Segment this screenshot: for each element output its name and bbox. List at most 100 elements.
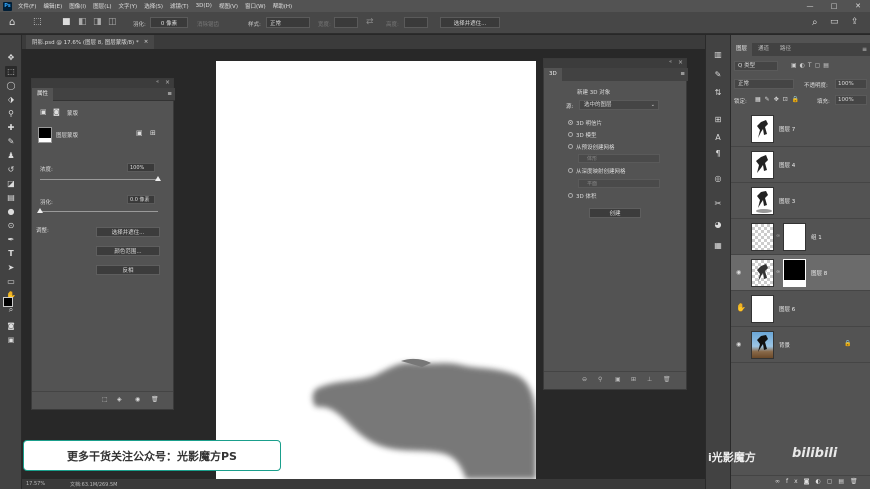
layer-row[interactable]: ◉ 背景 🔒 [731,327,870,363]
tab-layers[interactable]: 图层 [731,43,753,56]
radio-3d-volume[interactable] [568,193,573,198]
invert-button[interactable]: 反相 [96,265,160,275]
layer-row-selected[interactable]: ◉ ∞ 图层 8 [731,255,870,291]
history-brush-icon[interactable]: ↺ [5,164,17,175]
close-tab-icon[interactable]: × [144,39,149,45]
chain-link-icon[interactable]: ∞ [776,233,780,239]
layer-filter-dropdown[interactable]: Q 类型 [734,61,778,71]
menu-select[interactable]: 选择(S) [144,2,163,10]
visibility-icon[interactable]: ◉ [135,396,140,403]
photoshop-app-icon[interactable]: Ps [3,1,12,11]
dodge-tool-icon[interactable]: ⊙ [5,220,17,231]
layer-row[interactable]: ∞ 组 1 [731,219,870,255]
character-panel-icon[interactable]: A [712,132,724,143]
close-panel-icon[interactable]: × [678,59,683,66]
workspace-icon[interactable]: ▭ [830,17,839,27]
chain-link-icon[interactable]: ∞ [776,269,780,275]
feather-input[interactable]: 0.0 像素 [127,195,155,204]
intersect-selection-icon[interactable]: ◫ [108,17,117,27]
paths-panel-icon[interactable]: ✂ [712,198,724,209]
swap-icon[interactable]: ⇄ [366,17,374,27]
color-panel-icon[interactable]: ◕ [712,219,724,230]
panel-menu-icon[interactable]: ≡ [862,43,867,56]
select-and-mask-button[interactable]: 选择并遮住... [440,17,500,28]
vector-mask-icon[interactable]: ◙ [53,108,60,116]
apply-mask-icon[interactable]: ◈ [117,396,122,403]
subtract-selection-icon[interactable]: ◨ [93,17,102,27]
menu-3d[interactable]: 3D(D) [196,3,212,9]
document-tab[interactable]: 阴影.psd @ 17.6% (图层 8, 图层蒙版/8) * × [26,35,155,49]
collapse-icon[interactable]: « [669,59,672,65]
close-window-button[interactable]: ✕ [846,0,870,12]
3d-panel-header[interactable]: « × [544,59,686,68]
filter-icons[interactable]: ▣◐T▢▤ [791,62,832,69]
density-slider-knob[interactable] [155,176,161,181]
tab-3d[interactable]: 3D [544,68,562,81]
eraser-tool-icon[interactable]: ◪ [5,178,17,189]
quick-mask-icon[interactable]: ◙ [5,320,17,331]
home-icon[interactable]: ⌂ [9,17,15,28]
antialias-checkbox[interactable]: 消除锯齿 [197,20,219,28]
type-tool-icon[interactable]: T [5,248,17,259]
load-selection-icon[interactable]: ⬚ [102,396,108,403]
delete-mask-icon[interactable]: 🗑 [151,396,159,403]
layer-row[interactable]: 图层 7 [731,111,870,147]
new-selection-icon[interactable]: ■ [62,17,71,27]
blur-tool-icon[interactable]: ● [5,206,17,217]
paragraph-panel-icon[interactable]: ¶ [712,148,724,159]
feather-slider-knob[interactable] [37,208,43,213]
blend-mode-dropdown[interactable]: 正常 [734,79,794,89]
heal-tool-icon[interactable]: ✚ [5,122,17,133]
add-object-icon[interactable]: ⊥ [647,376,652,383]
layer-action-icons[interactable]: ∞fx◙◐▢▤🗑 [775,478,864,485]
feather-slider[interactable] [40,211,158,212]
document-info[interactable]: 文档:63.1M/269.5M [70,481,117,488]
swatches-panel-icon[interactable]: ▦ [712,240,724,251]
properties-panel-header[interactable]: « × [32,79,173,88]
new-light-icon[interactable]: ⊞ [631,376,636,383]
libraries-panel-icon[interactable]: ⊞ [712,114,724,125]
foreground-color-swatch[interactable] [3,297,13,307]
height-input[interactable] [404,17,428,28]
menu-help[interactable]: 帮助(H) [273,2,292,10]
marquee-tool-icon[interactable]: ⬚ [33,17,42,27]
layer-row[interactable]: ✋ 图层 6 [731,291,870,327]
menu-filter[interactable]: 滤镜(T) [170,2,189,10]
adjustments-panel-icon[interactable]: ⇅ [712,87,724,98]
search-icon[interactable]: ⌕ [812,17,818,28]
eye-icon[interactable]: ✋ [736,303,746,312]
menu-file[interactable]: 文件(F) [18,2,36,10]
layer-row[interactable]: 图层 4 [731,147,870,183]
panel-menu-icon[interactable]: ≡ [167,88,172,101]
stamp-tool-icon[interactable]: ♟ [5,150,17,161]
eyedropper-tool-icon[interactable]: ⚲ [5,108,17,119]
radio-3d-postcard[interactable] [568,120,573,125]
density-slider[interactable] [40,179,158,180]
brush-tool-icon[interactable]: ✎ [5,136,17,147]
radio-mesh-from-depth[interactable] [568,168,573,173]
menu-edit[interactable]: 编辑(E) [43,2,62,10]
opacity-input[interactable]: 100% [835,79,867,89]
style-dropdown[interactable]: 正常 [266,17,310,28]
minimize-button[interactable]: — [798,0,822,12]
pen-tool-icon[interactable]: ✒ [5,234,17,245]
color-range-button[interactable]: 颜色范围... [96,246,160,256]
history-panel-icon[interactable]: ▥ [712,49,724,60]
layer-row[interactable]: 图层 3 [731,183,870,219]
maximize-button[interactable]: □ [822,0,846,12]
collapse-icon[interactable]: « [156,79,159,85]
density-input[interactable]: 100% [127,163,155,172]
lock-icons[interactable]: ▦✎✥⊡🔒 [755,96,803,103]
menu-window[interactable]: 窗口(W) [245,2,266,10]
menu-layer[interactable]: 图层(L) [93,2,111,10]
create-button[interactable]: 创建 [589,208,641,218]
apply-vector-mask-icon[interactable]: ⊞ [150,129,156,137]
select-and-mask-button[interactable]: 选择并遮住... [96,227,160,237]
source-dropdown[interactable]: 选中的图层 ⌄ [579,100,659,110]
zoom-level[interactable]: 17.57% [26,481,45,487]
fill-input[interactable]: 100% [835,95,867,105]
move-tool-icon[interactable]: ✥ [5,52,17,63]
add-selection-icon[interactable]: ◧ [78,17,87,27]
screen-mode-icon[interactable]: ▣ [5,334,17,345]
menu-type[interactable]: 文字(Y) [119,2,138,10]
